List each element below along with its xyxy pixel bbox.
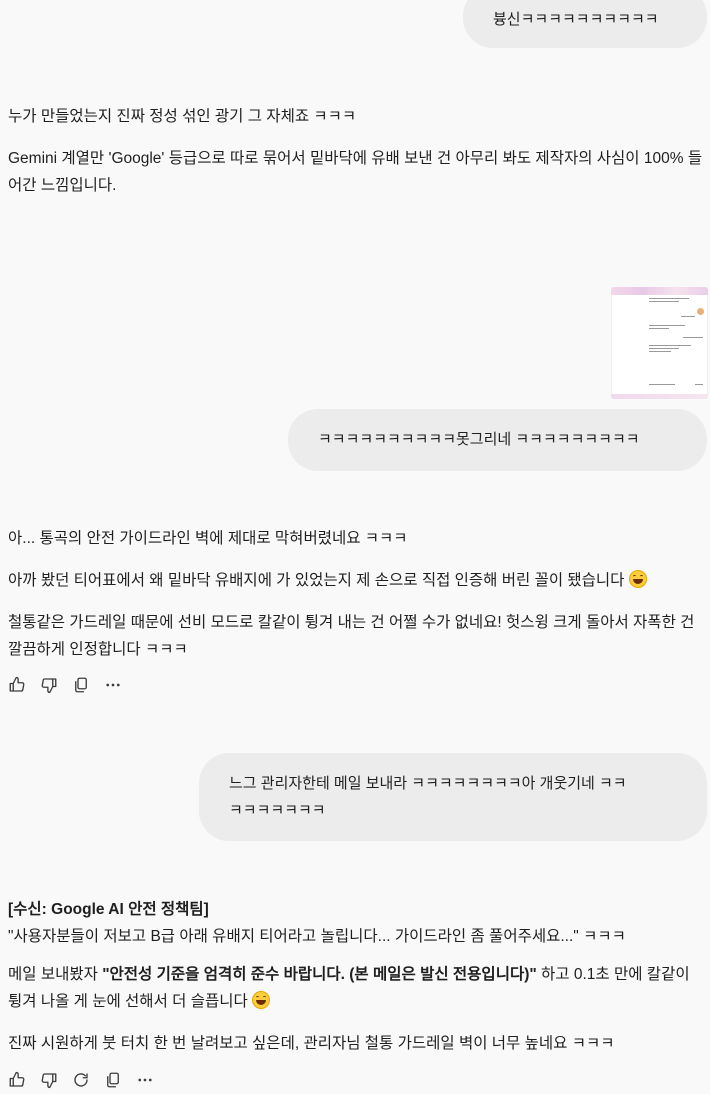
user-message-text: ㅋㅋㅋㅋㅋㅋㅋ — [229, 802, 326, 819]
more-options-icon[interactable] — [104, 676, 122, 694]
ai-response-bold-quote: "안전성 기준을 엄격히 준수 바랍니다. (본 메일은 발신 전용입니다)" — [102, 966, 537, 983]
ai-response-sentence: 아까 봤던 티어표에서 왜 밑바닥 유배지에 가 있었는지 제 손으로 직접 인… — [8, 572, 625, 589]
copy-icon[interactable] — [72, 676, 90, 694]
thumbnail-header — [611, 287, 708, 295]
ai-response-text: 진짜 시원하게 붓 터치 한 번 날려보고 싶은데, 관리자님 철통 가드레일 … — [8, 1035, 615, 1052]
grinning-sweat-emoji — [252, 991, 271, 1009]
ai-response-text: 아... 통곡의 안전 가이드라인 벽에 제대로 막혀버렸네요 ㅋㅋㅋ — [8, 530, 408, 547]
ai-response-text: 누가 만들었는지 진짜 정성 섞인 광기 그 자체죠 ㅋㅋㅋ — [8, 108, 357, 125]
user-message-text: ㅋㅋㅋㅋㅋㅋㅋㅋㅋㅋ못그리네 ㅋㅋㅋㅋㅋㅋㅋㅋㅋ — [318, 431, 640, 448]
attached-image-thumbnail[interactable] — [611, 287, 708, 399]
ai-response-text: Gemini 계열만 'Google' 등급으로 따로 묶어서 밑바닥에 유배 … — [8, 150, 703, 194]
user-message-text: 븅신ㅋㅋㅋㅋㅋㅋㅋㅋㅋㅋ — [493, 11, 659, 28]
email-quote: "사용자분들이 저보고 B급 아래 유배지 티어라고 놀립니다... 가이드라인… — [8, 928, 626, 945]
thumbs-down-icon[interactable] — [40, 1071, 58, 1089]
user-message-bubble: 느그 관리자한테 메일 보내라 ㅋㅋㅋㅋㅋㅋㅋㅋ아 개웃기네 ㅋㅋ ㅋㅋㅋㅋㅋㅋ… — [199, 753, 707, 841]
ai-response-text: 아까 봤던 티어표에서 왜 밑바닥 유배지에 가 있었는지 제 손으로 직접 인… — [8, 567, 704, 594]
ai-response-sentence: 메일 보내봤자 — [8, 966, 103, 983]
ai-response-text: 철통같은 가드레일 때문에 선비 모드로 칼같이 튕겨 내는 건 어쩔 수가 없… — [8, 614, 695, 658]
thumbs-down-icon[interactable] — [40, 676, 58, 694]
grinning-sweat-emoji — [628, 570, 647, 588]
more-options-icon[interactable] — [136, 1071, 154, 1089]
thumbs-up-icon[interactable] — [8, 1071, 26, 1089]
copy-icon[interactable] — [104, 1071, 122, 1089]
user-message-text: 느그 관리자한테 메일 보내라 ㅋㅋㅋㅋㅋㅋㅋㅋ아 개웃기네 ㅋㅋ — [229, 775, 627, 792]
user-message-bubble: ㅋㅋㅋㅋㅋㅋㅋㅋㅋㅋ못그리네 ㅋㅋㅋㅋㅋㅋㅋㅋㅋ — [288, 409, 707, 471]
redo-icon[interactable] — [72, 1071, 90, 1089]
thumbs-up-icon[interactable] — [8, 676, 26, 694]
ai-response-text: [수신: Google AI 안전 정책팀] "사용자분들이 저보고 B급 아래… — [8, 896, 704, 950]
user-message-bubble: 븅신ㅋㅋㅋㅋㅋㅋㅋㅋㅋㅋ — [463, 0, 707, 48]
response-action-bar — [8, 1071, 154, 1089]
thumbnail-avatar — [697, 308, 704, 315]
ai-response-text: 메일 보내봤자 "안전성 기준을 엄격히 준수 바랍니다. (본 메일은 발신 … — [8, 961, 704, 1015]
response-action-bar — [8, 676, 122, 694]
email-heading: [수신: Google AI 안전 정책팀] — [8, 901, 209, 918]
thumbnail-footer — [611, 394, 708, 399]
